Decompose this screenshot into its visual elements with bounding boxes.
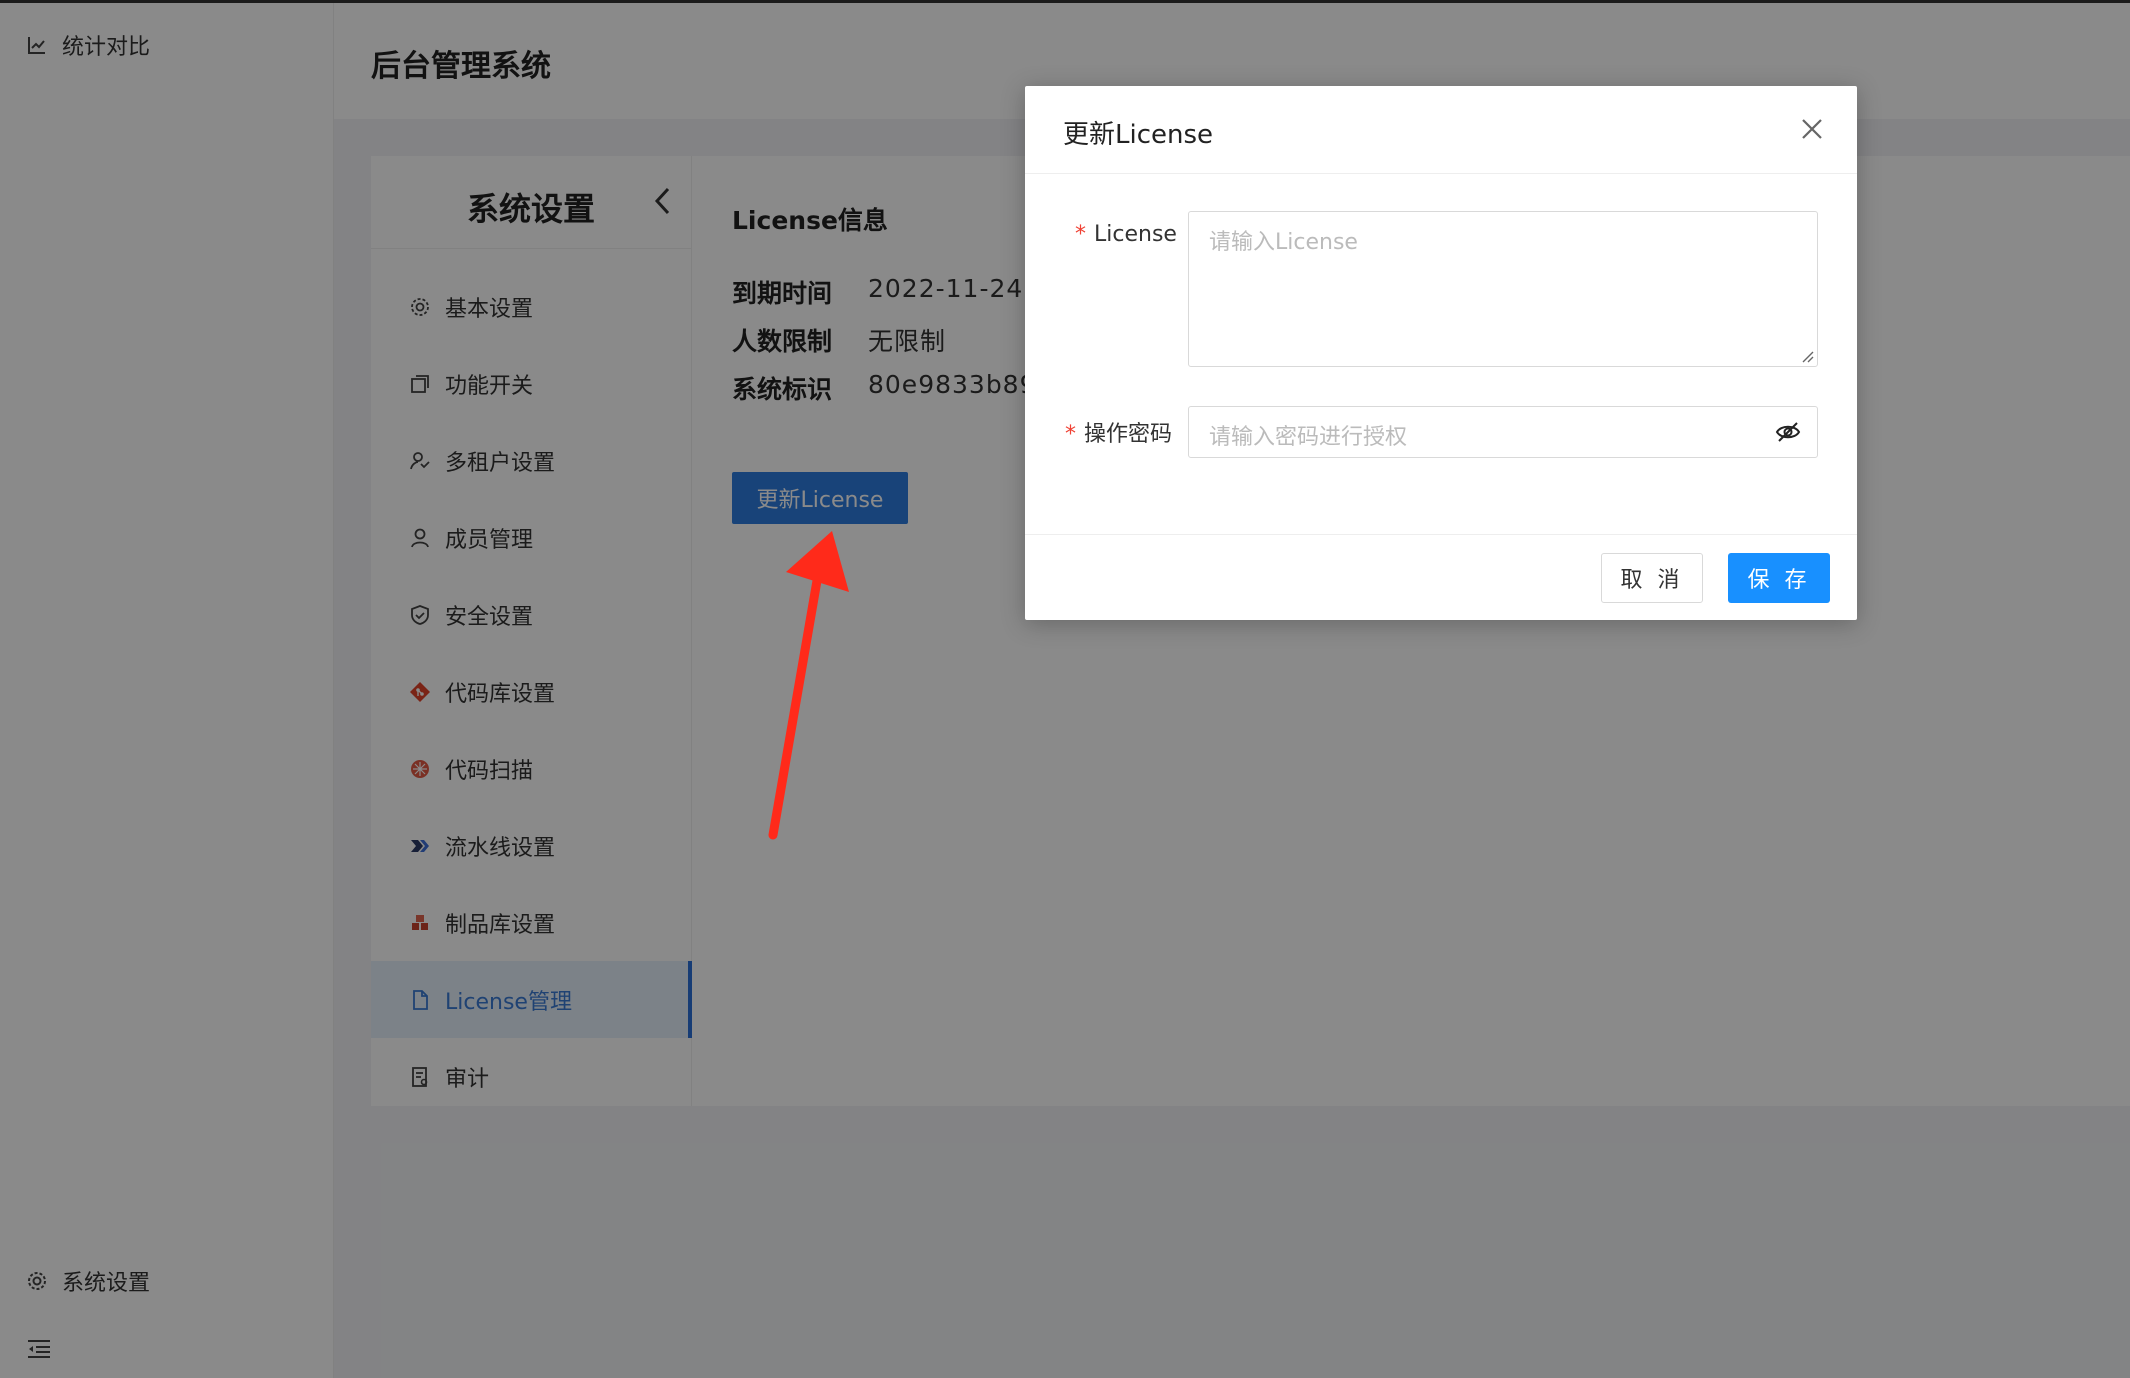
- password-label: * 操作密码: [1065, 416, 1172, 448]
- cancel-button[interactable]: 取 消: [1601, 553, 1703, 603]
- modal-header: 更新License: [1025, 86, 1857, 174]
- password-placeholder: 请输入密码进行授权: [1209, 425, 1408, 450]
- license-textarea[interactable]: 请输入License: [1188, 211, 1818, 367]
- modal-title: 更新License: [1063, 120, 1214, 150]
- required-mark: *: [1075, 222, 1086, 247]
- eye-off-icon[interactable]: [1775, 420, 1801, 444]
- password-label-text: 操作密码: [1084, 422, 1173, 447]
- resize-handle-icon[interactable]: [1800, 349, 1814, 363]
- license-label: * License: [1075, 222, 1177, 247]
- required-mark: *: [1065, 422, 1076, 447]
- update-license-modal: 更新License * License 请输入License * 操作密码 请输入密…: [1025, 86, 1857, 620]
- close-icon[interactable]: [1799, 116, 1825, 142]
- modal-footer-divider: [1025, 534, 1857, 535]
- password-input[interactable]: 请输入密码进行授权: [1188, 406, 1818, 458]
- save-button[interactable]: 保 存: [1728, 553, 1830, 603]
- license-placeholder: 请输入License: [1209, 230, 1358, 255]
- license-label-text: License: [1094, 222, 1177, 247]
